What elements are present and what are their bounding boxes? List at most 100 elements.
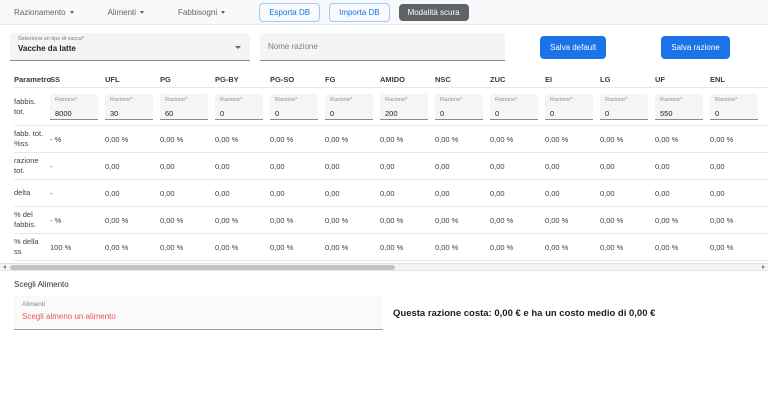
value-cell-pg: 0,00 % — [160, 216, 215, 225]
value-cell-fg: 0,00 — [325, 162, 380, 171]
value-cell-amido: 0,00 — [380, 189, 435, 198]
column-header-enl: ENL — [710, 75, 765, 84]
column-header-amido: AMIDO — [380, 75, 435, 84]
razione-field-pg-by: Razione* — [215, 94, 263, 120]
row-label: % del fabbis. — [14, 210, 50, 230]
scroll-right-icon[interactable] — [762, 265, 765, 269]
save-default-button[interactable]: Salva default — [540, 36, 606, 59]
value-cell-uf: 0,00 % — [655, 135, 710, 144]
value-cell-nsc: 0,00 % — [435, 216, 490, 225]
column-header-uf: UF — [655, 75, 710, 84]
ration-name-input[interactable] — [268, 42, 497, 51]
export-db-button[interactable]: Esporta DB — [259, 3, 320, 22]
value-cell-zuc: 0,00 % — [490, 216, 545, 225]
nav-alimenti-label: Alimenti — [108, 8, 136, 17]
scroll-left-icon[interactable] — [3, 265, 6, 269]
value-cell-uf: 0,00 % — [655, 216, 710, 225]
razione-input-lg[interactable] — [600, 108, 648, 118]
razione-input-nsc[interactable] — [435, 108, 483, 118]
table-header-row: ParametroSSUFLPGPG-BYPG-SOFGAMIDONSCZUCE… — [14, 71, 768, 88]
razione-input-label: Razione* — [545, 94, 593, 103]
row-label: delta — [14, 188, 50, 198]
value-cell-ufl: 0,00 % — [105, 135, 160, 144]
nav-razionamento[interactable]: Razionamento — [14, 8, 74, 17]
row-label: fabb. tot. %ss — [14, 129, 50, 149]
column-header-ufl: UFL — [105, 75, 160, 84]
nav-alimenti[interactable]: Alimenti — [108, 8, 144, 17]
razione-input-label: Razione* — [215, 94, 263, 103]
razione-input-pg-by[interactable] — [215, 108, 263, 118]
value-cell-ei: 0,00 — [545, 162, 600, 171]
razione-input-label: Razione* — [600, 94, 648, 103]
value-cell-amido: 0,00 — [380, 162, 435, 171]
value-cell-fg: 0,00 % — [325, 135, 380, 144]
value-cell-lg: 0,00 % — [600, 135, 655, 144]
value-cell-fg: 0,00 % — [325, 243, 380, 252]
razione-field-ss: Razione* — [50, 94, 98, 120]
value-cell-pg-by: 0,00 % — [215, 216, 270, 225]
razione-input-label: Razione* — [655, 94, 703, 103]
value-cell-pg-so: 0,00 — [270, 162, 325, 171]
column-header-zuc: ZUC — [490, 75, 545, 84]
razione-field-fg: Razione* — [325, 94, 373, 120]
razione-input-ei[interactable] — [545, 108, 593, 118]
value-cell-pg: 0,00 % — [160, 243, 215, 252]
razione-input-ufl[interactable] — [105, 108, 153, 118]
column-header-ss: SS — [50, 75, 105, 84]
razione-input-label: Razione* — [325, 94, 373, 103]
chevron-down-icon — [70, 11, 74, 14]
value-cell-lg: 0,00 % — [600, 216, 655, 225]
value-cell-amido: 0,00 % — [380, 135, 435, 144]
cow-type-select[interactable]: Seleziona un tipo di vacca* Vacche da la… — [10, 33, 250, 61]
value-cell-ss: - — [50, 189, 105, 198]
value-cell-amido: 0,00 % — [380, 243, 435, 252]
value-cell-nsc: 0,00 % — [435, 135, 490, 144]
feed-select-field[interactable]: Alimenti Scegli almeno un alimento — [14, 296, 383, 330]
value-cell-uf: 0,00 — [655, 162, 710, 171]
razione-input-pg-so[interactable] — [270, 108, 318, 118]
nav-fabbisogni[interactable]: Fabbisogni — [178, 8, 225, 17]
scrollbar-thumb[interactable] — [10, 265, 395, 270]
cow-type-select-label: Seleziona un tipo di vacca* — [18, 36, 244, 42]
input-cell: Razione* — [105, 94, 160, 120]
value-cell-nsc: 0,00 — [435, 189, 490, 198]
razione-input-label: Razione* — [490, 94, 538, 103]
value-cell-amido: 0,00 % — [380, 216, 435, 225]
column-header-lg: LG — [600, 75, 655, 84]
razione-input-uf[interactable] — [655, 108, 703, 118]
input-cell: Razione* — [50, 94, 105, 120]
dark-mode-button[interactable]: Modalità scura — [399, 4, 469, 21]
value-cell-ei: 0,00 % — [545, 135, 600, 144]
value-cell-pg-so: 0,00 % — [270, 243, 325, 252]
razione-input-label: Razione* — [105, 94, 153, 103]
razione-input-enl[interactable] — [710, 108, 758, 118]
save-ration-button[interactable]: Salva razione — [661, 36, 729, 59]
razione-input-pg[interactable] — [160, 108, 208, 118]
import-db-button[interactable]: Importa DB — [329, 3, 389, 22]
value-cell-nsc: 0,00 — [435, 162, 490, 171]
razione-input-label: Razione* — [380, 94, 428, 103]
razione-input-ss[interactable] — [50, 108, 98, 118]
razione-input-label: Razione* — [435, 94, 483, 103]
razione-field-amido: Razione* — [380, 94, 428, 120]
value-cell-ss: - — [50, 162, 105, 171]
horizontal-scrollbar[interactable] — [0, 263, 768, 271]
value-cell-pg-so: 0,00 % — [270, 135, 325, 144]
value-cell-zuc: 0,00 % — [490, 243, 545, 252]
razione-input-fg[interactable] — [325, 108, 373, 118]
razione-field-zuc: Razione* — [490, 94, 538, 120]
value-cell-pg-by: 0,00 — [215, 189, 270, 198]
value-cell-pg-so: 0,00 % — [270, 216, 325, 225]
input-cell: Razione* — [325, 94, 380, 120]
input-cell: Razione* — [655, 94, 710, 120]
value-cell-zuc: 0,00 % — [490, 135, 545, 144]
input-cell: Razione* — [380, 94, 435, 120]
razione-field-enl: Razione* — [710, 94, 758, 120]
razione-input-amido[interactable] — [380, 108, 428, 118]
column-header-nsc: NSC — [435, 75, 490, 84]
row-label: razione tot. — [14, 156, 50, 176]
razione-input-zuc[interactable] — [490, 108, 538, 118]
value-cell-ufl: 0,00 % — [105, 216, 160, 225]
input-cell: Razione* — [490, 94, 545, 120]
value-cell-fg: 0,00 % — [325, 216, 380, 225]
